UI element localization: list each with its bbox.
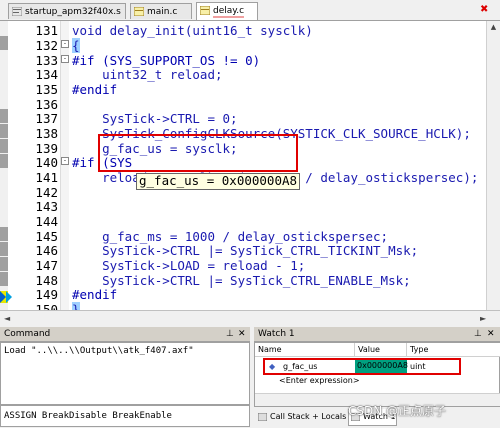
tab-label: startup_apm32f40x.s bbox=[25, 7, 121, 17]
close-tab-icon[interactable]: ✖ bbox=[480, 4, 488, 15]
c-file-icon bbox=[200, 6, 210, 15]
code-line: #if (SYS_SUPPORT_OS != 0) bbox=[72, 53, 261, 68]
code-line: SysTick->CTRL |= SysTick_CTRL_ENABLE_Msk… bbox=[72, 273, 411, 288]
exec-marker bbox=[0, 36, 8, 50]
code-line: #endif bbox=[72, 82, 118, 97]
line-number: 139 bbox=[35, 141, 58, 156]
line-number: 134 bbox=[35, 67, 58, 82]
pin-icon[interactable]: ⊥ bbox=[474, 327, 482, 341]
fold-minus-icon[interactable]: - bbox=[61, 157, 69, 165]
annotation-box bbox=[98, 134, 298, 172]
asm-file-icon bbox=[12, 7, 22, 16]
line-number: 137 bbox=[35, 111, 58, 126]
scroll-right-icon[interactable]: ► bbox=[480, 314, 486, 323]
close-icon[interactable]: ✕ bbox=[487, 327, 495, 341]
line-number: 136 bbox=[35, 97, 58, 112]
fold-column bbox=[60, 21, 69, 310]
scroll-left-icon[interactable]: ◄ bbox=[4, 314, 10, 323]
c-file-icon bbox=[134, 7, 144, 16]
editor-tab-bar: startup_apm32f40x.s main.c delay.c ✖ bbox=[0, 0, 500, 21]
tab-delay-c[interactable]: delay.c bbox=[196, 2, 258, 20]
exec-marker bbox=[0, 257, 8, 271]
code-line: #endif bbox=[72, 287, 118, 302]
editor-scrollbar[interactable]: ▲ bbox=[486, 21, 500, 310]
watermark: CSDN @正点原子 bbox=[348, 404, 447, 418]
line-number: 146 bbox=[35, 243, 58, 258]
code-line: uint32_t reload; bbox=[72, 67, 223, 82]
annotation-box bbox=[263, 358, 461, 375]
line-number: 143 bbox=[35, 199, 58, 214]
current-line-arrow-icon bbox=[0, 291, 12, 303]
command-panel-title: Command bbox=[4, 329, 51, 339]
exec-marker bbox=[0, 109, 8, 123]
line-number: 135 bbox=[35, 82, 58, 97]
column-header-value[interactable]: Value bbox=[355, 343, 407, 357]
line-number: 131 bbox=[35, 23, 58, 38]
exec-marker bbox=[0, 227, 8, 241]
line-number: 133 bbox=[35, 53, 58, 68]
tab-main-c[interactable]: main.c bbox=[130, 3, 192, 19]
command-panel-header: Command ⊥ ✕ bbox=[0, 327, 250, 342]
pin-icon[interactable]: ⊥ bbox=[226, 327, 234, 341]
line-number: 142 bbox=[35, 185, 58, 200]
code-line: void delay_init(uint16_t sysclk) bbox=[72, 23, 313, 38]
line-number: 140 bbox=[35, 155, 58, 170]
command-input-area[interactable]: ASSIGN BreakDisable BreakEnable bbox=[0, 405, 250, 427]
exec-marker bbox=[0, 272, 8, 286]
column-header-name[interactable]: Name bbox=[255, 343, 355, 357]
tab-call-stack-locals[interactable]: Call Stack + Locals bbox=[256, 409, 346, 425]
command-hint: ASSIGN BreakDisable BreakEnable bbox=[4, 411, 172, 421]
line-number: 149 bbox=[35, 287, 58, 302]
exec-marker bbox=[0, 242, 8, 256]
tab-label: Call Stack + Locals bbox=[270, 412, 347, 421]
call-stack-icon bbox=[258, 413, 267, 421]
exec-marker bbox=[0, 154, 8, 168]
brace-highlight: { bbox=[72, 38, 80, 53]
watch-table: Name Value Type ◆ g_fac_us 0x000000A8 ui… bbox=[254, 342, 500, 406]
enter-expression[interactable]: <Enter expression> bbox=[279, 374, 360, 387]
command-output-line: Load "..\\..\\Output\\atk_f407.axf" bbox=[4, 346, 194, 356]
line-number: 138 bbox=[35, 126, 58, 141]
code-line: { bbox=[72, 38, 80, 53]
column-header-type[interactable]: Type bbox=[407, 343, 500, 357]
code-line: SysTick->CTRL = 0; bbox=[72, 111, 238, 126]
code-line: SysTick->CTRL |= SysTick_CTRL_TICKINT_Ms… bbox=[72, 243, 419, 258]
line-number: 148 bbox=[35, 273, 58, 288]
code-editor[interactable]: 131 132 133 134 135 136 137 138 139 140 … bbox=[0, 21, 500, 317]
code-line: SysTick->LOAD = reload - 1; bbox=[72, 258, 306, 273]
variable-hover-tooltip: g_fac_us = 0x000000A8 bbox=[136, 173, 301, 190]
line-number: 141 bbox=[35, 170, 58, 185]
line-number: 144 bbox=[35, 214, 58, 229]
code-line: g_fac_ms = 1000 / delay_ostickspersec; bbox=[72, 229, 389, 244]
tab-label: delay.c bbox=[213, 6, 245, 18]
tab-startup-apm32f40x[interactable]: startup_apm32f40x.s bbox=[8, 3, 126, 19]
line-number: 145 bbox=[35, 229, 58, 244]
close-icon[interactable]: ✕ bbox=[238, 327, 246, 341]
scroll-up-icon[interactable]: ▲ bbox=[489, 23, 498, 32]
editor-hscrollbar[interactable]: ◄ ► bbox=[0, 310, 500, 327]
command-output: Load "..\\..\\Output\\atk_f407.axf" bbox=[0, 342, 250, 405]
watch-panel-header: Watch 1 ⊥ ✕ bbox=[254, 327, 500, 342]
line-number: 132 bbox=[35, 38, 58, 53]
fold-minus-icon[interactable]: - bbox=[61, 55, 69, 63]
exec-marker bbox=[0, 139, 8, 153]
line-number: 147 bbox=[35, 258, 58, 273]
tab-label: main.c bbox=[147, 7, 178, 17]
watch-panel-title: Watch 1 bbox=[258, 329, 295, 339]
table-row[interactable]: <Enter expression> bbox=[255, 373, 500, 387]
fold-minus-icon[interactable]: - bbox=[61, 40, 69, 48]
exec-marker bbox=[0, 124, 8, 138]
